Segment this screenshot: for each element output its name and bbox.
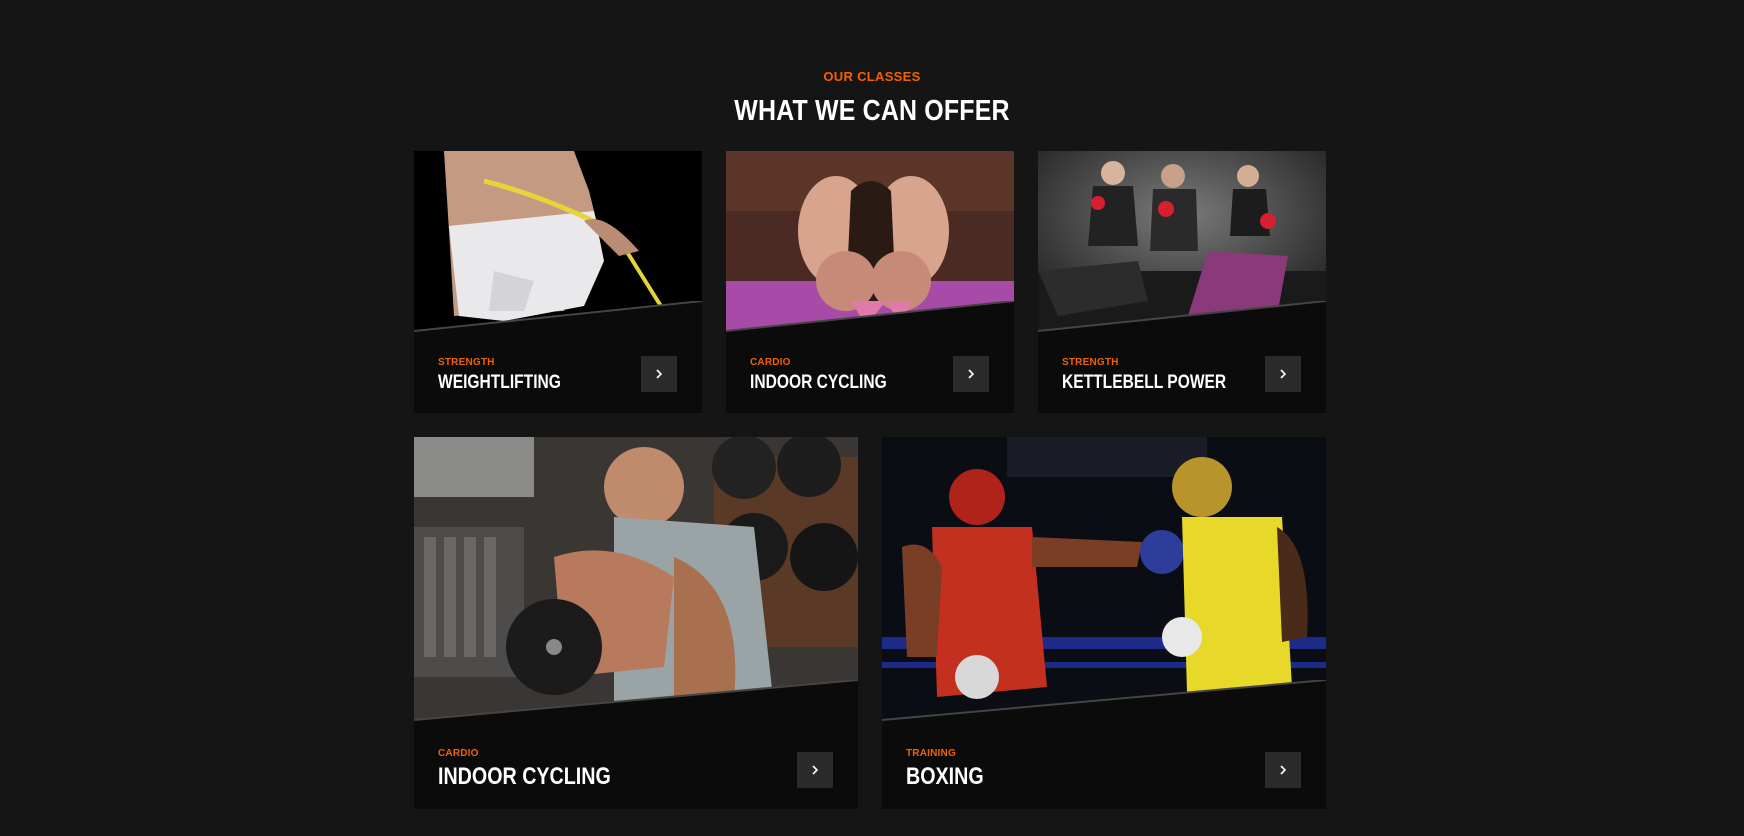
card-divider xyxy=(1038,301,1326,341)
chevron-right-icon xyxy=(1280,765,1287,775)
class-arrow-button[interactable] xyxy=(1265,356,1301,392)
class-title: KETTLEBELL POWER xyxy=(1062,372,1227,393)
section-heading: WHAT WE CAN OFFER xyxy=(734,95,1010,127)
card-divider xyxy=(882,680,1326,730)
section-eyebrow: OUR CLASSES xyxy=(823,69,921,84)
card-divider xyxy=(414,680,858,730)
chevron-right-icon xyxy=(968,369,975,379)
class-category: TRAINING xyxy=(906,748,956,759)
class-card-indoor-cycling-large[interactable]: CARDIO INDOOR CYCLING xyxy=(414,437,858,809)
class-title: BOXING xyxy=(906,763,984,790)
class-category: STRENGTH xyxy=(1062,357,1119,368)
card-divider xyxy=(726,301,1014,341)
chevron-right-icon xyxy=(812,765,819,775)
section-header: OUR CLASSES WHAT WE CAN OFFER xyxy=(0,69,1744,128)
class-card-boxing[interactable]: TRAINING BOXING xyxy=(882,437,1326,809)
class-title: WEIGHTLIFTING xyxy=(438,372,561,393)
chevron-right-icon xyxy=(1280,369,1287,379)
class-category: STRENGTH xyxy=(438,357,495,368)
card-divider xyxy=(414,301,702,341)
class-arrow-button[interactable] xyxy=(953,356,989,392)
classes-section: OUR CLASSES WHAT WE CAN OFFER STRENGTH W… xyxy=(0,0,1744,836)
class-card-weightlifting[interactable]: STRENGTH WEIGHTLIFTING xyxy=(414,151,702,413)
class-arrow-button[interactable] xyxy=(641,356,677,392)
class-category: CARDIO xyxy=(438,748,479,759)
class-card-indoor-cycling[interactable]: CARDIO INDOOR CYCLING xyxy=(726,151,1014,413)
class-category: CARDIO xyxy=(750,357,791,368)
class-title: INDOOR CYCLING xyxy=(750,372,887,393)
class-arrow-button[interactable] xyxy=(1265,752,1301,788)
class-arrow-button[interactable] xyxy=(797,752,833,788)
class-title: INDOOR CYCLING xyxy=(438,763,611,790)
class-card-kettlebell-power[interactable]: STRENGTH KETTLEBELL POWER xyxy=(1038,151,1326,413)
chevron-right-icon xyxy=(656,369,663,379)
